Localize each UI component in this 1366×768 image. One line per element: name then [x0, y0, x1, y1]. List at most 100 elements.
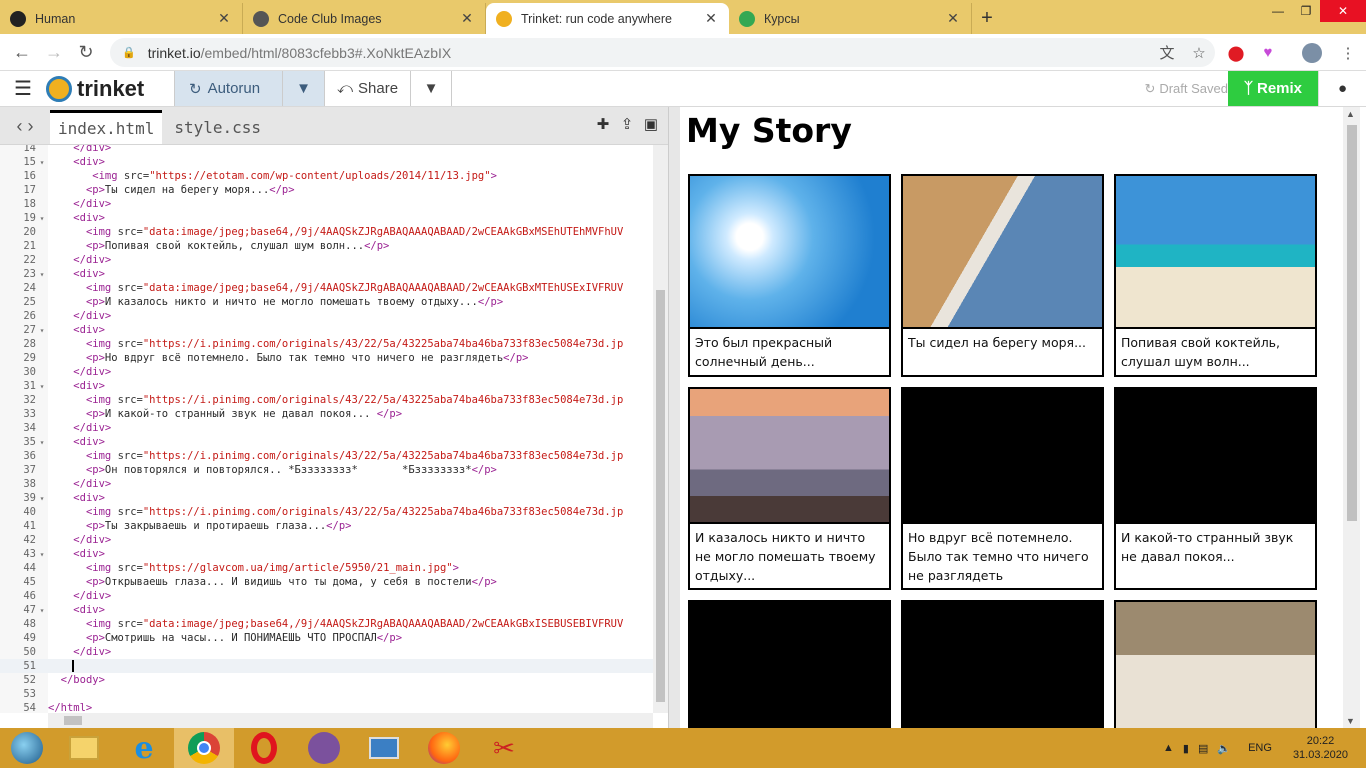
close-tab-icon[interactable]: ✕: [945, 10, 961, 27]
signal-icon[interactable]: ▤: [1198, 742, 1208, 755]
trinket-logo[interactable]: trinket: [46, 71, 174, 106]
code-line[interactable]: 20 <img src="data:image/jpeg;base64,/9j/…: [0, 225, 653, 239]
translate-icon[interactable]: 文: [1151, 42, 1183, 63]
code-line[interactable]: 21 <p>Попивая свой коктейль, слушал шум …: [0, 239, 653, 253]
browser-tab[interactable]: Code Club Images ✕: [243, 3, 486, 34]
start-button[interactable]: [0, 728, 54, 768]
scroll-thumb[interactable]: [1347, 125, 1357, 521]
code-line[interactable]: 28 <img src="https://i.pinimg.com/origin…: [0, 337, 653, 351]
code-line[interactable]: 45 <p>Открываешь глаза... И видишь что т…: [0, 575, 653, 589]
fold-icon[interactable]: ▾: [36, 548, 48, 562]
code-line[interactable]: 24 <img src="data:image/jpeg;base64,/9j/…: [0, 281, 653, 295]
fold-icon[interactable]: ▾: [36, 436, 48, 450]
code-line[interactable]: 46 </div>: [0, 589, 653, 603]
file-nav-arrows[interactable]: ‹ ›: [0, 107, 50, 145]
fold-icon[interactable]: ▾: [36, 156, 48, 170]
code-line[interactable]: 34 </div>: [0, 421, 653, 435]
fold-icon[interactable]: ▾: [36, 492, 48, 506]
code-line[interactable]: 54 </html>: [0, 701, 653, 713]
code-line[interactable]: 33 <p>И какой-то странный звук не давал …: [0, 407, 653, 421]
paint-icon[interactable]: ✂: [474, 728, 534, 768]
code-line[interactable]: 43 ▾ <div>: [0, 547, 653, 561]
code-line[interactable]: 22 </div>: [0, 253, 653, 267]
url-field[interactable]: 🔒 trinket.io/embed/html/8083cfebb3#.XoNk…: [110, 38, 1215, 67]
code-line[interactable]: 17 <p>Ты сидел на берегу моря...</p>: [0, 183, 653, 197]
heart-extension-icon[interactable]: ♥: [1254, 38, 1282, 67]
scroll-thumb[interactable]: [64, 716, 82, 725]
remix-button[interactable]: ᛉ Remix: [1228, 71, 1318, 106]
code-line[interactable]: 38 </div>: [0, 477, 653, 491]
opera-extension-icon[interactable]: ⬤: [1222, 38, 1250, 67]
back-icon[interactable]: ←: [6, 36, 38, 68]
code-line[interactable]: 35 ▾ <div>: [0, 435, 653, 449]
editor-horizontal-scrollbar[interactable]: [48, 713, 653, 728]
code-line[interactable]: 41 <p>Ты закрываешь и протираешь глаза..…: [0, 519, 653, 533]
tab-style-css[interactable]: style.css: [166, 110, 269, 144]
code-line[interactable]: 15 ▾ <div>: [0, 155, 653, 169]
close-tab-icon[interactable]: ✕: [216, 10, 232, 27]
battery-icon[interactable]: ▮: [1183, 742, 1189, 755]
code-line[interactable]: 51 ​: [0, 659, 653, 673]
code-line[interactable]: 29 <p>Но вдруг всё потемнело. Было так т…: [0, 351, 653, 365]
pane-resize-handle[interactable]: [668, 107, 680, 728]
code-line[interactable]: 36 <img src="https://i.pinimg.com/origin…: [0, 449, 653, 463]
browser-tab[interactable]: Human ✕: [0, 3, 243, 34]
fold-icon[interactable]: ▾: [36, 268, 48, 282]
forward-icon[interactable]: →: [38, 36, 70, 68]
firefox-icon[interactable]: [414, 728, 474, 768]
autorun-dropdown-button[interactable]: ▼: [282, 71, 324, 106]
internet-explorer-icon[interactable]: e: [114, 728, 174, 768]
clock[interactable]: 20:22 31.03.2020: [1293, 734, 1348, 762]
browser-tab[interactable]: Курсы ✕: [729, 3, 972, 34]
code-line[interactable]: 30 </div>: [0, 365, 653, 379]
browser-tab[interactable]: Trinket: run code anywhere ✕: [486, 3, 729, 34]
editor-vertical-scrollbar[interactable]: [653, 145, 668, 713]
share-dropdown-button[interactable]: ▼: [410, 71, 453, 106]
code-line[interactable]: 44 <img src="https://glavcom.ua/img/arti…: [0, 561, 653, 575]
browser-menu-icon[interactable]: ⋮: [1334, 38, 1362, 67]
chrome-icon[interactable]: [174, 728, 234, 768]
autorun-button[interactable]: ↻ Autorun: [174, 71, 282, 106]
new-tab-button[interactable]: +: [972, 3, 1002, 34]
code-line[interactable]: 23 ▾ <div>: [0, 267, 653, 281]
fold-icon[interactable]: ▾: [36, 380, 48, 394]
user-icon[interactable]: ●: [1318, 71, 1366, 106]
bookmark-star-icon[interactable]: ☆: [1183, 44, 1215, 62]
volume-icon[interactable]: 🔈: [1217, 742, 1231, 755]
code-line[interactable]: 27 ▾ <div>: [0, 323, 653, 337]
scroll-up-icon[interactable]: ▲: [1346, 109, 1355, 119]
code-line[interactable]: 16 <img src="https://etotam.com/wp-conte…: [0, 169, 653, 183]
code-area[interactable]: 14 </div> 15 ▾ <div> 16 <img src="https://e…: [0, 145, 653, 713]
code-line[interactable]: 42 </div>: [0, 533, 653, 547]
opera-icon[interactable]: [234, 728, 294, 768]
scroll-down-icon[interactable]: ▼: [1346, 716, 1355, 726]
code-line[interactable]: 32 <img src="https://i.pinimg.com/origin…: [0, 393, 653, 407]
code-line[interactable]: 19 ▾ <div>: [0, 211, 653, 225]
scroll-thumb[interactable]: [656, 290, 665, 702]
code-line[interactable]: 40 <img src="https://i.pinimg.com/origin…: [0, 505, 653, 519]
close-window-icon[interactable]: ✕: [1320, 0, 1366, 22]
fold-icon[interactable]: ▾: [36, 212, 48, 226]
restore-icon[interactable]: ❐: [1292, 0, 1320, 22]
code-line[interactable]: 31 ▾ <div>: [0, 379, 653, 393]
code-line[interactable]: 25 <p>И казалось никто и ничто не могло …: [0, 295, 653, 309]
viber-icon[interactable]: [294, 728, 354, 768]
hamburger-menu-icon[interactable]: ☰: [0, 71, 46, 106]
tab-index-html[interactable]: index.html: [50, 110, 163, 144]
reload-icon[interactable]: ↻: [70, 36, 102, 68]
code-line[interactable]: 47 ▾ <div>: [0, 603, 653, 617]
tray-expand-icon[interactable]: ▲: [1163, 742, 1174, 754]
code-line[interactable]: 26 </div>: [0, 309, 653, 323]
profile-avatar[interactable]: [1298, 38, 1326, 67]
upload-icon[interactable]: ⇪: [618, 115, 636, 135]
file-explorer-icon[interactable]: [54, 728, 114, 768]
code-line[interactable]: 50 </div>: [0, 645, 653, 659]
code-line[interactable]: 37 <p>Он повторялся и повторялся.. *Бззз…: [0, 463, 653, 477]
add-file-icon[interactable]: ✚: [594, 115, 612, 135]
code-line[interactable]: 18 </div>: [0, 197, 653, 211]
fold-icon[interactable]: ▾: [36, 604, 48, 618]
share-button[interactable]: ⤺ Share: [324, 71, 410, 106]
code-line[interactable]: 52 </body>: [0, 673, 653, 687]
code-line[interactable]: 39 ▾ <div>: [0, 491, 653, 505]
close-tab-icon[interactable]: ✕: [459, 10, 475, 27]
